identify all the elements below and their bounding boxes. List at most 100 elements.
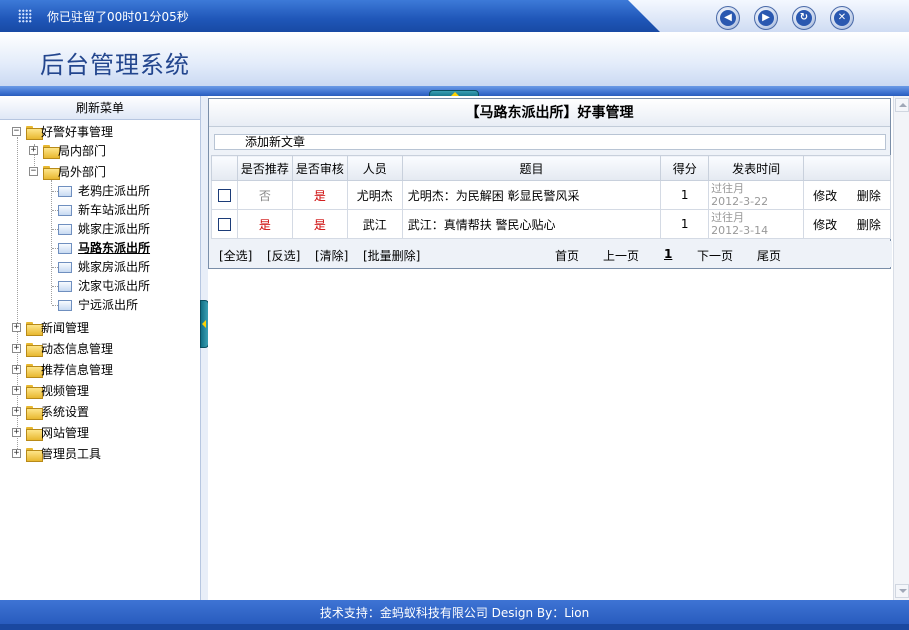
grid-icon	[18, 9, 32, 23]
session-timer: 你已驻留了00时01分05秒	[47, 10, 189, 24]
reviewed-cell[interactable]: 是	[291, 209, 348, 239]
back-button[interactable]: ◀	[716, 6, 740, 30]
tree-label: 老鸦庄派出所	[78, 184, 151, 198]
page-icon	[58, 186, 72, 197]
close-button[interactable]: ✕	[830, 6, 854, 30]
articles-table: 是否推荐 是否审核 人员 题目 得分 发表时间 否 是 尤明杰 尤明杰：为民解困…	[211, 155, 891, 239]
header-banner: 后台管理系统	[0, 32, 909, 90]
col-title: 题目	[401, 155, 662, 181]
recommended-cell[interactable]: 否	[236, 180, 293, 210]
score-cell: 1	[660, 180, 710, 210]
main-scrollbar[interactable]	[893, 96, 909, 600]
delete-link[interactable]: 删除	[849, 187, 889, 204]
app-title: 后台管理系统	[40, 51, 190, 79]
folder-icon	[26, 364, 43, 378]
top-bar: 你已驻留了00时01分05秒 ◀ ▶ ↻ ✕	[0, 0, 909, 32]
col-person: 人员	[346, 155, 403, 181]
expand-toggle-icon[interactable]: +	[12, 365, 21, 374]
tree-label: 马路东派出所	[78, 241, 151, 255]
tree-label: 网站管理	[41, 426, 90, 440]
tree-label: 宁远派出所	[78, 298, 139, 312]
date-value: 2012-3-22	[711, 195, 769, 208]
prev-page-link[interactable]: 上一页	[603, 247, 639, 264]
tree-label: 视频管理	[41, 384, 90, 398]
clear-selection-link[interactable]: [清除]	[315, 247, 348, 264]
actions-cell: 修改 删除	[803, 209, 891, 239]
scroll-down-icon[interactable]	[895, 584, 909, 598]
current-page[interactable]: 1	[664, 247, 672, 261]
delete-link[interactable]: 删除	[849, 216, 889, 233]
tree-label: 局外部门	[58, 165, 107, 179]
person-cell: 武江	[346, 209, 403, 239]
page-icon	[58, 205, 72, 216]
sidebar-splitter[interactable]	[201, 96, 208, 600]
row-checkbox[interactable]	[217, 189, 231, 202]
tree-label: 好警好事管理	[41, 125, 114, 139]
date-status: 过往月	[711, 211, 745, 224]
folder-icon	[26, 385, 43, 399]
refresh-icon: ↻	[796, 10, 812, 26]
tree-label: 新闻管理	[41, 321, 90, 335]
folder-icon	[26, 343, 43, 357]
edit-link[interactable]: 修改	[805, 216, 845, 233]
reviewed-cell[interactable]: 是	[291, 180, 348, 210]
batch-delete-link[interactable]: [批量删除]	[363, 247, 420, 264]
folder-icon	[43, 145, 60, 159]
folder-icon	[26, 448, 43, 462]
table-row: 否 是 尤明杰 尤明杰：为民解困 彰显民警风采 1 过往月 2012-3-22 …	[211, 180, 891, 210]
expand-toggle-icon[interactable]: +	[12, 449, 21, 458]
collapse-toggle-icon[interactable]: −	[12, 127, 21, 136]
date-status: 过往月	[711, 182, 745, 195]
table-row: 是 是 武江 武江：真情帮扶 警民心贴心 1 过往月 2012-3-14 修改 …	[211, 209, 891, 239]
tree-label: 沈家屯派出所	[78, 279, 151, 293]
footer-line	[0, 624, 909, 630]
person-cell: 尤明杰	[346, 180, 403, 210]
back-icon: ◀	[720, 10, 736, 26]
collapse-toggle-icon[interactable]: −	[29, 167, 38, 176]
next-page-link[interactable]: 下一页	[697, 247, 733, 264]
refresh-menu-button[interactable]: 刷新菜单	[0, 96, 200, 120]
scroll-up-icon[interactable]	[895, 98, 909, 112]
col-recommended: 是否推荐	[236, 155, 293, 181]
forward-button[interactable]: ▶	[754, 6, 778, 30]
forward-icon: ▶	[758, 10, 774, 26]
edit-link[interactable]: 修改	[805, 187, 845, 204]
main-content: 【马路东派出所】好事管理 添加新文章 是否推荐 是否审核 人员 题目 得分 发表…	[208, 96, 893, 600]
date-cell: 过往月 2012-3-22	[708, 180, 805, 210]
expand-toggle-icon[interactable]: +	[12, 428, 21, 437]
invert-selection-link[interactable]: [反选]	[267, 247, 300, 264]
last-page-link[interactable]: 尾页	[757, 247, 781, 264]
col-actions	[803, 155, 891, 181]
row-checkbox[interactable]	[217, 218, 231, 231]
expand-toggle-icon[interactable]: +	[12, 407, 21, 416]
refresh-button[interactable]: ↻	[792, 6, 816, 30]
pager-bar: [全选] [反选] [清除] [批量删除] 首页 上一页 1 下一页 尾页	[209, 241, 892, 267]
tree-label: 动态信息管理	[41, 342, 114, 356]
tree-label: 新车站派出所	[78, 203, 151, 217]
folder-open-icon	[26, 126, 43, 140]
first-page-link[interactable]: 首页	[555, 247, 579, 264]
topbar-controls	[669, 0, 909, 32]
folder-icon	[26, 406, 43, 420]
recommended-cell[interactable]: 是	[236, 209, 293, 239]
tree-label: 姚家房派出所	[78, 260, 151, 274]
expand-toggle-icon[interactable]: +	[12, 323, 21, 332]
expand-toggle-icon[interactable]: +	[12, 344, 21, 353]
page-icon	[58, 262, 72, 273]
expand-toggle-icon[interactable]: +	[12, 386, 21, 395]
tree-label: 管理员工具	[41, 447, 102, 461]
col-reviewed: 是否审核	[291, 155, 348, 181]
add-article-link[interactable]: 添加新文章	[214, 134, 886, 150]
page-icon	[58, 243, 72, 254]
tree-label: 系统设置	[41, 405, 90, 419]
select-all-link[interactable]: [全选]	[219, 247, 252, 264]
title-cell[interactable]: 尤明杰：为民解困 彰显民警风采	[401, 180, 662, 210]
good-deeds-panel: 【马路东派出所】好事管理 添加新文章 是否推荐 是否审核 人员 题目 得分 发表…	[208, 98, 892, 269]
folder-icon	[26, 322, 43, 336]
expand-toggle-icon[interactable]: +	[29, 146, 38, 155]
tree-label: 局内部门	[58, 144, 107, 158]
col-date: 发表时间	[708, 155, 805, 181]
date-cell: 过往月 2012-3-14	[708, 209, 805, 239]
date-value: 2012-3-14	[711, 224, 769, 237]
title-cell[interactable]: 武江：真情帮扶 警民心贴心	[401, 209, 662, 239]
